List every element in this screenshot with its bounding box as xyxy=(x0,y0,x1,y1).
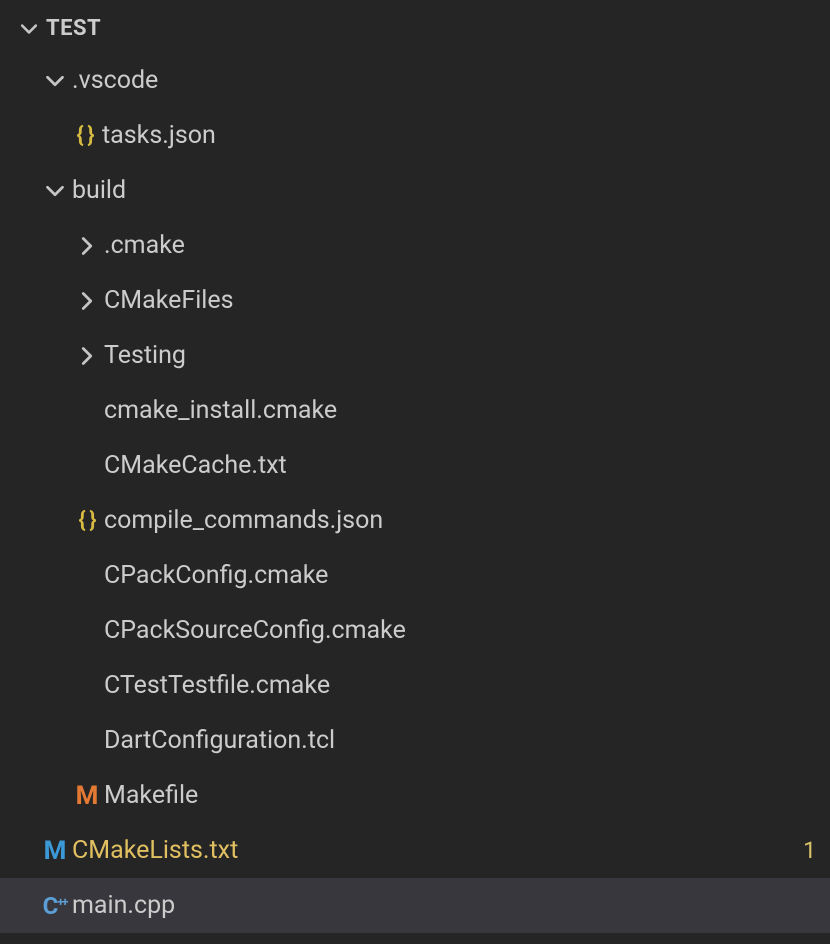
folder-label: .vscode xyxy=(72,66,816,95)
file-label: CPackConfig.cmake xyxy=(104,561,816,590)
file-label: cmake_install.cmake xyxy=(104,396,816,425)
file-label: main.cpp xyxy=(72,891,816,920)
text-file-icon xyxy=(70,675,104,697)
folder-build-cmake[interactable]: .cmake xyxy=(0,218,830,273)
file-tasks-json[interactable]: { } tasks.json xyxy=(0,108,830,163)
file-label: DartConfiguration.tcl xyxy=(104,726,816,755)
folder-label: .cmake xyxy=(104,231,816,260)
makefile-icon: M xyxy=(70,781,104,811)
text-file-icon xyxy=(70,455,104,477)
file-label: Makefile xyxy=(104,781,816,810)
file-cmakelists[interactable]: M CMakeLists.txt 1 xyxy=(0,823,830,878)
file-label: compile_commands.json xyxy=(104,506,816,535)
file-label: tasks.json xyxy=(102,121,816,150)
text-file-icon xyxy=(70,565,104,587)
chevron-down-icon xyxy=(38,179,72,203)
file-label: CTestTestfile.cmake xyxy=(104,671,816,700)
git-modified-badge: 1 xyxy=(803,837,816,864)
file-ctesttestfile[interactable]: CTestTestfile.cmake xyxy=(0,658,830,713)
json-icon: { } xyxy=(68,123,102,148)
file-cmakecache[interactable]: CMakeCache.txt xyxy=(0,438,830,493)
file-label: CPackSourceConfig.cmake xyxy=(104,616,816,645)
file-dartconfig[interactable]: DartConfiguration.tcl xyxy=(0,713,830,768)
folder-build-cmakefiles[interactable]: CMakeFiles xyxy=(0,273,830,328)
json-icon: { } xyxy=(70,508,104,533)
cpp-icon: C++ xyxy=(38,892,72,920)
cmake-icon: M xyxy=(38,836,72,866)
file-explorer: TEST .vscode { } tasks.json build .cmake xyxy=(0,0,830,933)
folder-label: CMakeFiles xyxy=(104,286,816,315)
folder-label: build xyxy=(72,176,816,205)
file-makefile[interactable]: M Makefile xyxy=(0,768,830,823)
folder-label: Testing xyxy=(104,341,816,370)
file-cpackconfig[interactable]: CPackConfig.cmake xyxy=(0,548,830,603)
text-file-icon xyxy=(70,730,104,752)
folder-build[interactable]: build xyxy=(0,163,830,218)
file-cmake-install[interactable]: cmake_install.cmake xyxy=(0,383,830,438)
section-title: TEST xyxy=(46,16,101,41)
file-label: CMakeLists.txt xyxy=(72,836,803,865)
chevron-right-icon xyxy=(70,234,104,258)
file-compile-commands[interactable]: { } compile_commands.json xyxy=(0,493,830,548)
folder-vscode[interactable]: .vscode xyxy=(0,53,830,108)
file-label: CMakeCache.txt xyxy=(104,451,816,480)
chevron-right-icon xyxy=(70,344,104,368)
file-main-cpp[interactable]: C++ main.cpp xyxy=(0,878,830,933)
chevron-down-icon xyxy=(38,69,72,93)
chevron-right-icon xyxy=(70,289,104,313)
chevron-down-icon xyxy=(18,18,46,40)
text-file-icon xyxy=(70,620,104,642)
folder-build-testing[interactable]: Testing xyxy=(0,328,830,383)
file-cpacksourceconfig[interactable]: CPackSourceConfig.cmake xyxy=(0,603,830,658)
explorer-section-header[interactable]: TEST xyxy=(0,12,830,53)
text-file-icon xyxy=(70,400,104,422)
